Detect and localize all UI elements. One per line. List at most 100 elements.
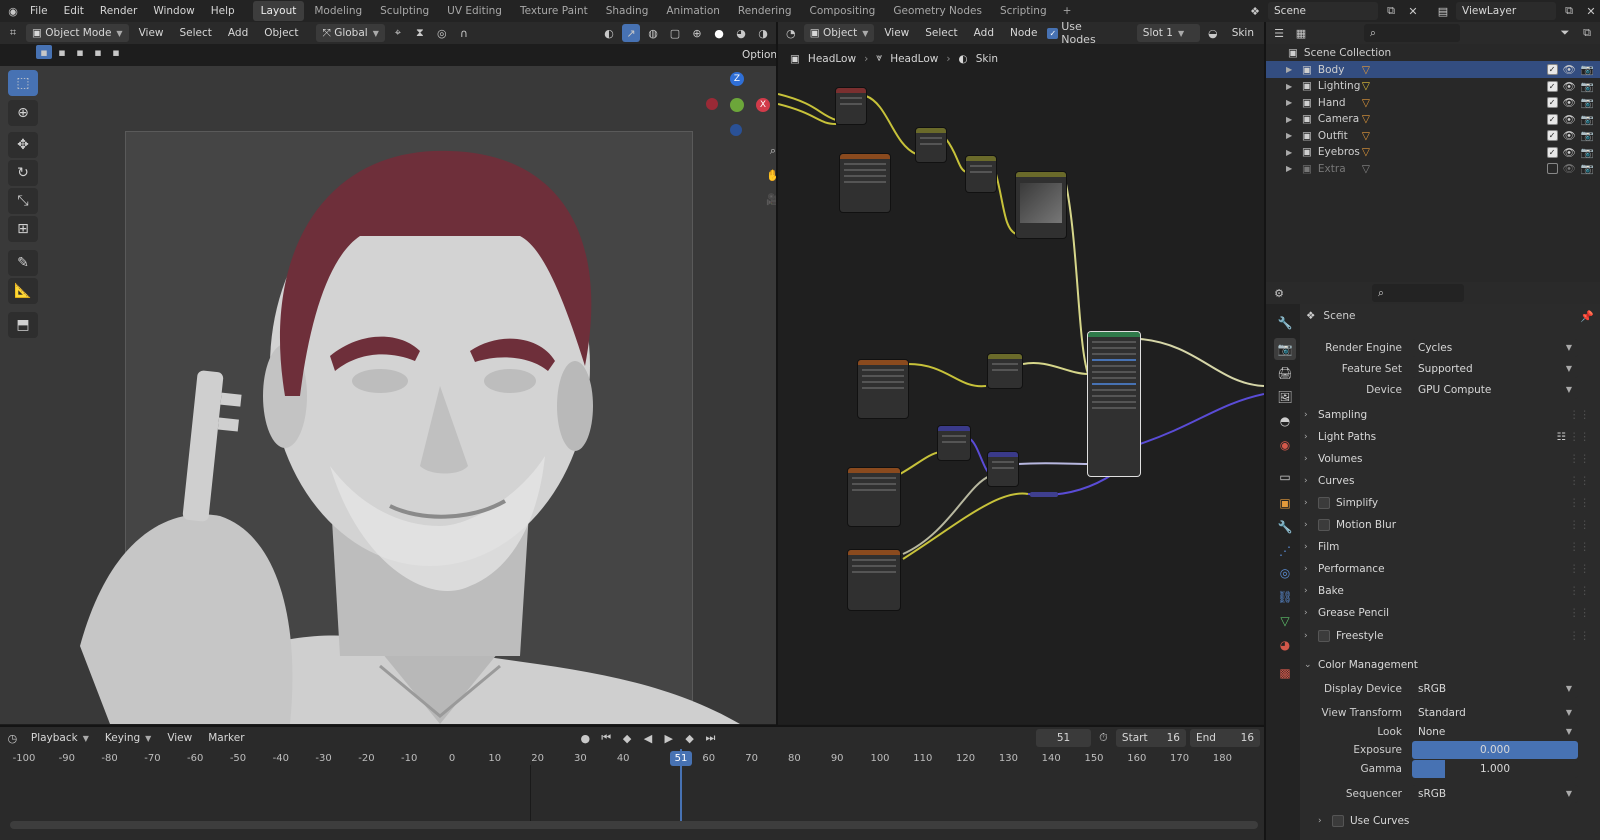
eye-icon[interactable]: 👁 bbox=[1563, 129, 1576, 142]
camera-render-icon[interactable]: 📷 bbox=[1581, 80, 1594, 93]
gizmo-y-axis[interactable] bbox=[730, 98, 744, 112]
camera-render-icon[interactable]: 📷 bbox=[1581, 96, 1594, 109]
marker-menu[interactable]: Marker bbox=[202, 729, 250, 747]
play-reverse-icon[interactable]: ◀ bbox=[640, 729, 657, 747]
physics-tab-icon[interactable]: ◎ bbox=[1274, 562, 1296, 584]
node-image-texture-3[interactable] bbox=[848, 468, 900, 526]
solid-shading-icon[interactable]: ● bbox=[710, 24, 728, 42]
stopwatch-icon[interactable]: ⏱ bbox=[1095, 729, 1112, 747]
exposure-slider[interactable]: 0.000 bbox=[1412, 741, 1578, 759]
end-frame-field[interactable]: End 16 bbox=[1189, 729, 1261, 747]
panel-enable-checkbox[interactable] bbox=[1318, 629, 1330, 642]
drag-handle-icon[interactable]: ⋮⋮ bbox=[1569, 497, 1590, 509]
transform-tool-icon[interactable]: ⊞ bbox=[8, 216, 38, 242]
move-tool-icon[interactable]: ✥ bbox=[8, 132, 38, 158]
scene-icon[interactable]: ❖ bbox=[1246, 2, 1264, 20]
area-divider[interactable] bbox=[0, 725, 1264, 727]
rendered-shading-icon[interactable]: ◑ bbox=[754, 24, 772, 42]
timeline-view-menu[interactable]: View bbox=[161, 729, 198, 747]
menu-edit[interactable]: Edit bbox=[56, 0, 92, 22]
keying-menu[interactable]: Keying ▼ bbox=[99, 729, 157, 747]
collection-tab-icon[interactable]: ▭ bbox=[1274, 466, 1296, 488]
3d-viewport[interactable]: ⬚ ⊕ ✥ ↻ ⤡ ⊞ ✎ 📐 ⬒ Z X ⌕ ✋ 🎥 bbox=[0, 66, 780, 724]
panel-bake[interactable]: › Bake ⋮⋮ bbox=[1304, 581, 1594, 602]
device-dropdown[interactable]: GPU Compute ▼ bbox=[1412, 381, 1578, 399]
node-mix-a[interactable] bbox=[916, 128, 946, 162]
tab-texture-paint[interactable]: Texture Paint bbox=[512, 1, 596, 21]
tab-sculpting[interactable]: Sculpting bbox=[372, 1, 437, 21]
sequencer-dropdown[interactable]: sRGB ▼ bbox=[1412, 785, 1578, 803]
panel-motion-blur[interactable]: › Motion Blur ⋮⋮ bbox=[1304, 515, 1594, 536]
blender-logo-icon[interactable]: ◉ bbox=[4, 2, 22, 20]
node-editor-type-icon[interactable]: ◔ bbox=[782, 24, 800, 42]
eye-icon[interactable]: 👁 bbox=[1563, 63, 1576, 76]
expand-arrow-icon[interactable]: ▶ bbox=[1286, 131, 1296, 140]
next-keyframe-icon[interactable]: ◆ bbox=[681, 729, 698, 747]
add-menu[interactable]: Add bbox=[222, 24, 254, 42]
select-new-icon[interactable]: ▪ bbox=[36, 45, 52, 59]
node-mix-b[interactable] bbox=[966, 156, 996, 192]
panel-enable-checkbox[interactable] bbox=[1318, 496, 1330, 509]
tab-scripting[interactable]: Scripting bbox=[992, 1, 1055, 21]
slot-dropdown[interactable]: Slot 1 ▼ bbox=[1136, 24, 1200, 42]
exclude-checkbox[interactable]: ✓ bbox=[1546, 97, 1558, 108]
drag-handle-icon[interactable]: ⋮⋮ bbox=[1569, 607, 1590, 619]
material-name[interactable]: Skin bbox=[1226, 24, 1260, 42]
view-transform-dropdown[interactable]: Standard ▼ bbox=[1412, 704, 1578, 722]
scale-tool-icon[interactable]: ⤡ bbox=[8, 188, 38, 214]
presets-list-icon[interactable]: ☷ bbox=[1557, 431, 1566, 443]
pin-icon[interactable]: 📌 bbox=[1580, 310, 1594, 323]
select-invert-icon[interactable]: ▪ bbox=[90, 45, 106, 59]
node-image-texture[interactable] bbox=[840, 154, 890, 212]
node-select-menu[interactable]: Select bbox=[919, 24, 963, 42]
timeline-type-icon[interactable]: ◷ bbox=[4, 729, 21, 747]
tab-rendering[interactable]: Rendering bbox=[730, 1, 800, 21]
display-mode-icon[interactable]: ▦ bbox=[1292, 24, 1310, 42]
rotate-tool-icon[interactable]: ↻ bbox=[8, 160, 38, 186]
record-icon[interactable]: ● bbox=[577, 729, 594, 747]
node-texcoord[interactable] bbox=[836, 88, 866, 124]
look-dropdown[interactable]: None ▼ bbox=[1412, 723, 1578, 741]
view-layer-field[interactable]: ViewLayer bbox=[1456, 2, 1556, 20]
drag-handle-icon[interactable]: ⋮⋮ bbox=[1569, 630, 1590, 642]
area-divider[interactable] bbox=[776, 22, 778, 725]
add-workspace-button[interactable]: + bbox=[1055, 1, 1080, 21]
annotate-tool-icon[interactable]: ✎ bbox=[8, 250, 38, 276]
world-tab-icon[interactable]: ◉ bbox=[1274, 434, 1296, 456]
render-tab-icon[interactable]: 📷 bbox=[1274, 338, 1296, 360]
expand-arrow-icon[interactable]: ▶ bbox=[1286, 148, 1296, 157]
data-tab-icon[interactable]: ▽ bbox=[1274, 610, 1296, 632]
node-normal-map[interactable] bbox=[938, 426, 970, 460]
navigation-gizmo[interactable]: Z X bbox=[706, 72, 776, 142]
node-image-texture-4[interactable] bbox=[848, 550, 900, 610]
tab-geometry-nodes[interactable]: Geometry Nodes bbox=[885, 1, 990, 21]
node-image-texture-2[interactable] bbox=[858, 360, 908, 418]
node-bump[interactable] bbox=[988, 452, 1018, 486]
current-frame-field[interactable]: 51 bbox=[1035, 729, 1092, 747]
tab-uv-editing[interactable]: UV Editing bbox=[439, 1, 510, 21]
material-tab-icon[interactable]: ◕ bbox=[1274, 634, 1296, 656]
panel-volumes[interactable]: › Volumes ⋮⋮ bbox=[1304, 448, 1594, 469]
visibility-icon[interactable]: ◐ bbox=[600, 24, 618, 42]
node-view-menu[interactable]: View bbox=[878, 24, 915, 42]
expand-arrow-icon[interactable]: ▶ bbox=[1286, 164, 1296, 173]
view-menu[interactable]: View bbox=[133, 24, 170, 42]
outliner-type-icon[interactable]: ☰ bbox=[1270, 24, 1288, 42]
drag-handle-icon[interactable]: ⋮⋮ bbox=[1569, 431, 1590, 443]
camera-render-icon[interactable]: 📷 bbox=[1581, 113, 1594, 126]
select-menu[interactable]: Select bbox=[174, 24, 218, 42]
panel-grease-pencil[interactable]: › Grease Pencil ⋮⋮ bbox=[1304, 603, 1594, 624]
panel-freestyle[interactable]: › Freestyle ⋮⋮ bbox=[1304, 625, 1594, 646]
play-icon[interactable]: ▶ bbox=[660, 729, 677, 747]
scene-name-field[interactable]: Scene bbox=[1268, 2, 1378, 20]
expand-arrow-icon[interactable]: ▶ bbox=[1286, 65, 1296, 74]
drag-handle-icon[interactable]: ⋮⋮ bbox=[1569, 541, 1590, 553]
color-management-panel-header[interactable]: ⌄ Color Management bbox=[1304, 654, 1594, 675]
exclude-checkbox[interactable]: ✓ bbox=[1546, 80, 1558, 92]
mode-dropdown[interactable]: ▣ Object Mode ▼ bbox=[26, 24, 129, 42]
outliner-item-eyebros[interactable]: ▶ ▣ Eyebros ▽ ✓ 👁 📷 bbox=[1266, 144, 1600, 161]
exclude-checkbox[interactable]: ✓ bbox=[1546, 130, 1558, 141]
outliner-item-extra[interactable]: ▶ ▣ Extra ▽ 👁 📷 bbox=[1266, 160, 1600, 177]
modifier-tab-icon[interactable]: 🔧 bbox=[1274, 516, 1296, 538]
outliner-item-body[interactable]: ▶ ▣ Body ▽ ✓ 👁 📷 bbox=[1266, 61, 1600, 78]
